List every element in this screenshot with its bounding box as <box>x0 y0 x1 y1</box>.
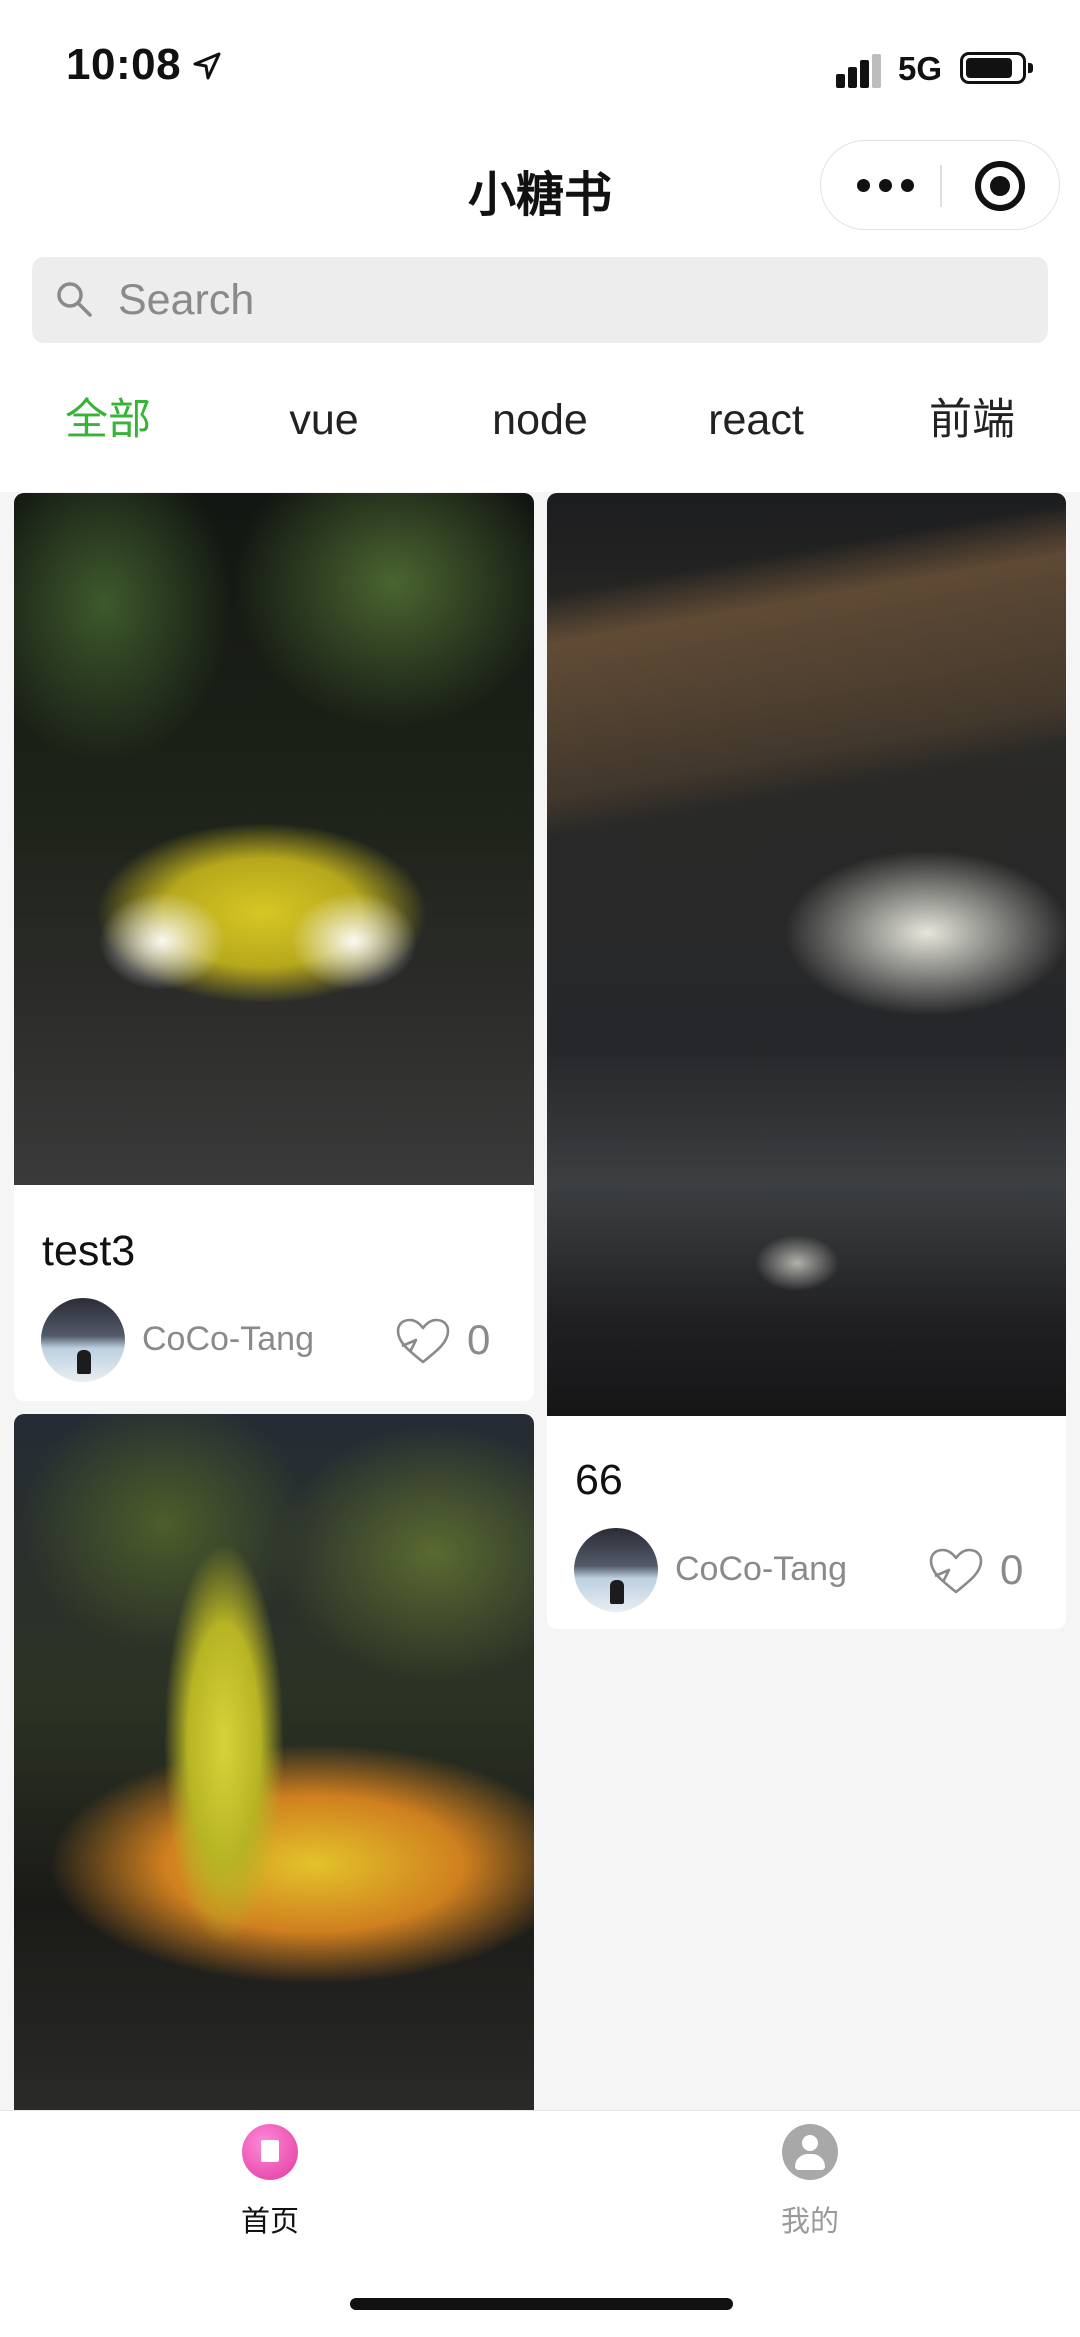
heart-like-icon[interactable] <box>927 1546 985 1596</box>
home-indicator <box>350 2298 733 2310</box>
signal-icon <box>836 54 881 88</box>
post-card[interactable]: 66 CoCo-Tang 0 <box>547 493 1066 1629</box>
tab-react[interactable]: react <box>648 385 864 455</box>
close-target-icon[interactable] <box>975 161 1025 211</box>
tabbar-label-home: 首页 <box>240 2206 299 2238</box>
status-time: 10:08 <box>66 40 182 89</box>
post-card[interactable]: test3 CoCo-Tang 0 <box>14 493 534 1401</box>
tab-vue[interactable]: vue <box>216 385 432 455</box>
post-author: CoCo-Tang <box>142 1320 314 1358</box>
category-tabs: 全部 vue node react 前端 <box>0 385 1080 455</box>
post-author: CoCo-Tang <box>675 1550 847 1588</box>
more-icon[interactable] <box>857 141 937 231</box>
post-image <box>14 1414 534 2114</box>
capsule-divider <box>940 165 942 207</box>
like-count: 0 <box>1000 1546 1024 1593</box>
like-count: 0 <box>467 1316 491 1363</box>
network-type: 5G <box>898 50 943 87</box>
heart-like-icon[interactable] <box>394 1316 452 1366</box>
avatar <box>574 1528 658 1612</box>
tab-node[interactable]: node <box>432 385 648 455</box>
post-card[interactable] <box>14 1414 534 2114</box>
battery-icon <box>960 52 1033 84</box>
avatar <box>41 1298 125 1382</box>
post-title: test3 <box>42 1227 136 1275</box>
tab-frontend[interactable]: 前端 <box>864 385 1080 455</box>
tab-all[interactable]: 全部 <box>0 385 216 455</box>
search-icon <box>57 282 92 317</box>
search-bar[interactable] <box>32 257 1048 343</box>
home-icon <box>242 2124 298 2180</box>
miniprogram-capsule <box>820 140 1060 230</box>
location-arrow-icon <box>193 52 221 80</box>
search-input[interactable] <box>118 257 1018 343</box>
post-image <box>547 493 1066 1416</box>
profile-icon <box>782 2124 838 2180</box>
tabbar-item-home[interactable]: 首页 <box>0 2111 540 2261</box>
status-bar: 10:08 5G <box>0 0 1080 130</box>
tabbar-item-me[interactable]: 我的 <box>540 2111 1080 2261</box>
post-image <box>14 493 534 1185</box>
post-title: 66 <box>575 1456 623 1504</box>
tabbar-label-me: 我的 <box>780 2206 839 2238</box>
